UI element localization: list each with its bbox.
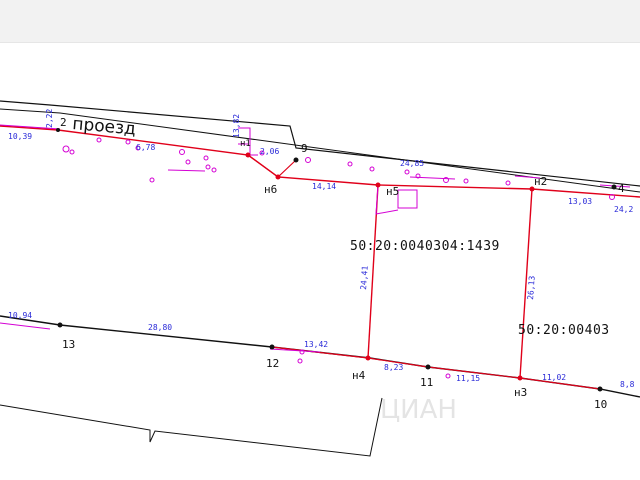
dimension-label: 2,06	[260, 147, 279, 156]
dimension-label: 2,22	[45, 109, 54, 128]
bottom-block-outline	[0, 397, 383, 457]
point-label-n5: н5	[386, 185, 399, 198]
dimension-label: 24,2	[614, 205, 633, 214]
road-edge-upper	[0, 100, 640, 187]
dimension-label: 24,41	[359, 265, 370, 290]
dimension-label: 8,8	[620, 380, 635, 389]
top-bar	[0, 0, 640, 43]
dimension-label: 28,80	[148, 323, 172, 332]
dimension-label: 14,14	[312, 182, 336, 191]
parcel-boundary-bottom	[271, 346, 601, 390]
point-label-12: 12	[266, 357, 279, 370]
parcel-id-2: 50:20:00403	[518, 323, 610, 338]
dimension-label: 6,78	[136, 143, 155, 152]
survey-points	[56, 128, 617, 392]
road-label: проезд	[72, 114, 137, 139]
point-label-13: 13	[62, 338, 75, 351]
point-label-11: 11	[420, 376, 433, 389]
point-label-n3: н3	[514, 386, 527, 399]
road-number: 2	[60, 116, 67, 129]
dimension-label: 11,02	[542, 373, 566, 382]
point-label-9: 9	[301, 142, 308, 155]
map-canvas: ЦИАН 2 проезд 50:20:0040304:1439 50:20:0…	[0, 100, 640, 457]
watermark: ЦИАН	[380, 395, 457, 425]
point-label-n6: н6	[264, 183, 277, 196]
dimension-label: 13,82	[232, 114, 241, 138]
point-label-n1: н1	[240, 139, 251, 149]
dimension-label: 10,94	[8, 311, 32, 320]
dimension-label: 13,03	[568, 197, 592, 206]
point-label-10: 10	[594, 398, 607, 411]
point-label-n2: н2	[534, 175, 547, 188]
dimension-label: 10,39	[8, 132, 32, 141]
dimension-label: 13,42	[304, 340, 328, 349]
cadastral-map: ЦИАН 2 проезд 50:20:0040304:1439 50:20:0…	[0, 42, 640, 480]
dimension-label: 8,23	[384, 363, 403, 372]
point-label-n4: н4	[352, 369, 366, 382]
dimension-label: 24,85	[400, 159, 424, 168]
dimension-label: 26,13	[526, 275, 537, 300]
parcel-id-1: 50:20:0040304:1439	[350, 239, 500, 254]
utility-lines	[0, 124, 631, 353]
parcel-boundary-bend	[247, 154, 297, 178]
point-label-4: 4	[618, 182, 625, 195]
dimension-label: 11,15	[456, 374, 480, 383]
